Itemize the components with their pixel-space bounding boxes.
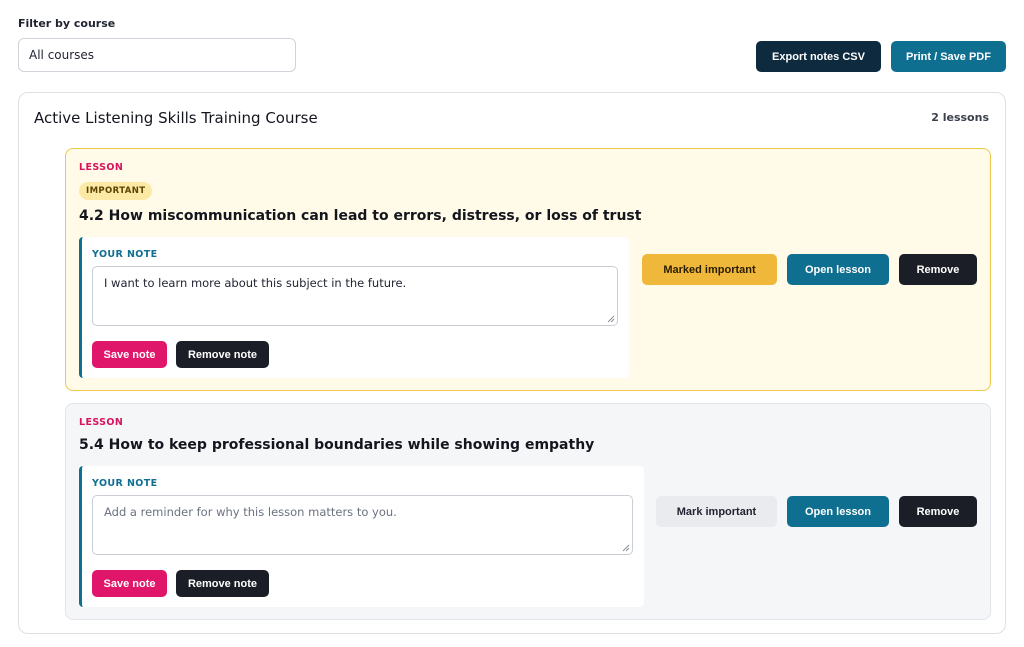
- filter-label: Filter by course: [18, 17, 116, 30]
- save-note-button[interactable]: Save note: [92, 570, 167, 597]
- lesson-title: 4.2 How miscommunication can lead to err…: [79, 208, 642, 224]
- remove-note-button[interactable]: Remove note: [176, 570, 269, 597]
- lesson-card: LESSON IMPORTANT 4.2 How miscommunicatio…: [65, 148, 991, 391]
- course-filter-select[interactable]: All courses: [18, 38, 296, 72]
- course-title: Active Listening Skills Training Course: [34, 109, 318, 127]
- remove-note-button[interactable]: Remove note: [176, 341, 269, 368]
- open-lesson-button[interactable]: Open lesson: [787, 254, 889, 285]
- lesson-count: 2 lessons: [931, 111, 989, 124]
- marked-important-button[interactable]: Marked important: [642, 254, 777, 285]
- important-badge: IMPORTANT: [79, 182, 153, 200]
- lesson-kicker: LESSON: [79, 417, 124, 428]
- note-box: YOUR NOTE Add a reminder for why this le…: [79, 466, 644, 607]
- lesson-card: LESSON 5.4 How to keep professional boun…: [65, 403, 991, 620]
- resize-grip-icon[interactable]: [607, 315, 615, 323]
- print-save-pdf-button[interactable]: Print / Save PDF: [891, 41, 1006, 72]
- note-textarea[interactable]: Add a reminder for why this lesson matte…: [92, 495, 633, 555]
- lesson-title: 5.4 How to keep professional boundaries …: [79, 437, 595, 453]
- note-box: YOUR NOTE I want to learn more about thi…: [79, 237, 629, 378]
- remove-lesson-button[interactable]: Remove: [899, 496, 977, 527]
- save-note-button[interactable]: Save note: [92, 341, 167, 368]
- export-notes-csv-button[interactable]: Export notes CSV: [756, 41, 881, 72]
- course-card: Active Listening Skills Training Course …: [18, 92, 1006, 634]
- lesson-kicker: LESSON: [79, 162, 124, 173]
- mark-important-button[interactable]: Mark important: [656, 496, 777, 527]
- note-textarea[interactable]: I want to learn more about this subject …: [92, 266, 618, 326]
- note-label: YOUR NOTE: [92, 478, 158, 489]
- open-lesson-button[interactable]: Open lesson: [787, 496, 889, 527]
- note-label: YOUR NOTE: [92, 249, 158, 260]
- resize-grip-icon[interactable]: [622, 544, 630, 552]
- remove-lesson-button[interactable]: Remove: [899, 254, 977, 285]
